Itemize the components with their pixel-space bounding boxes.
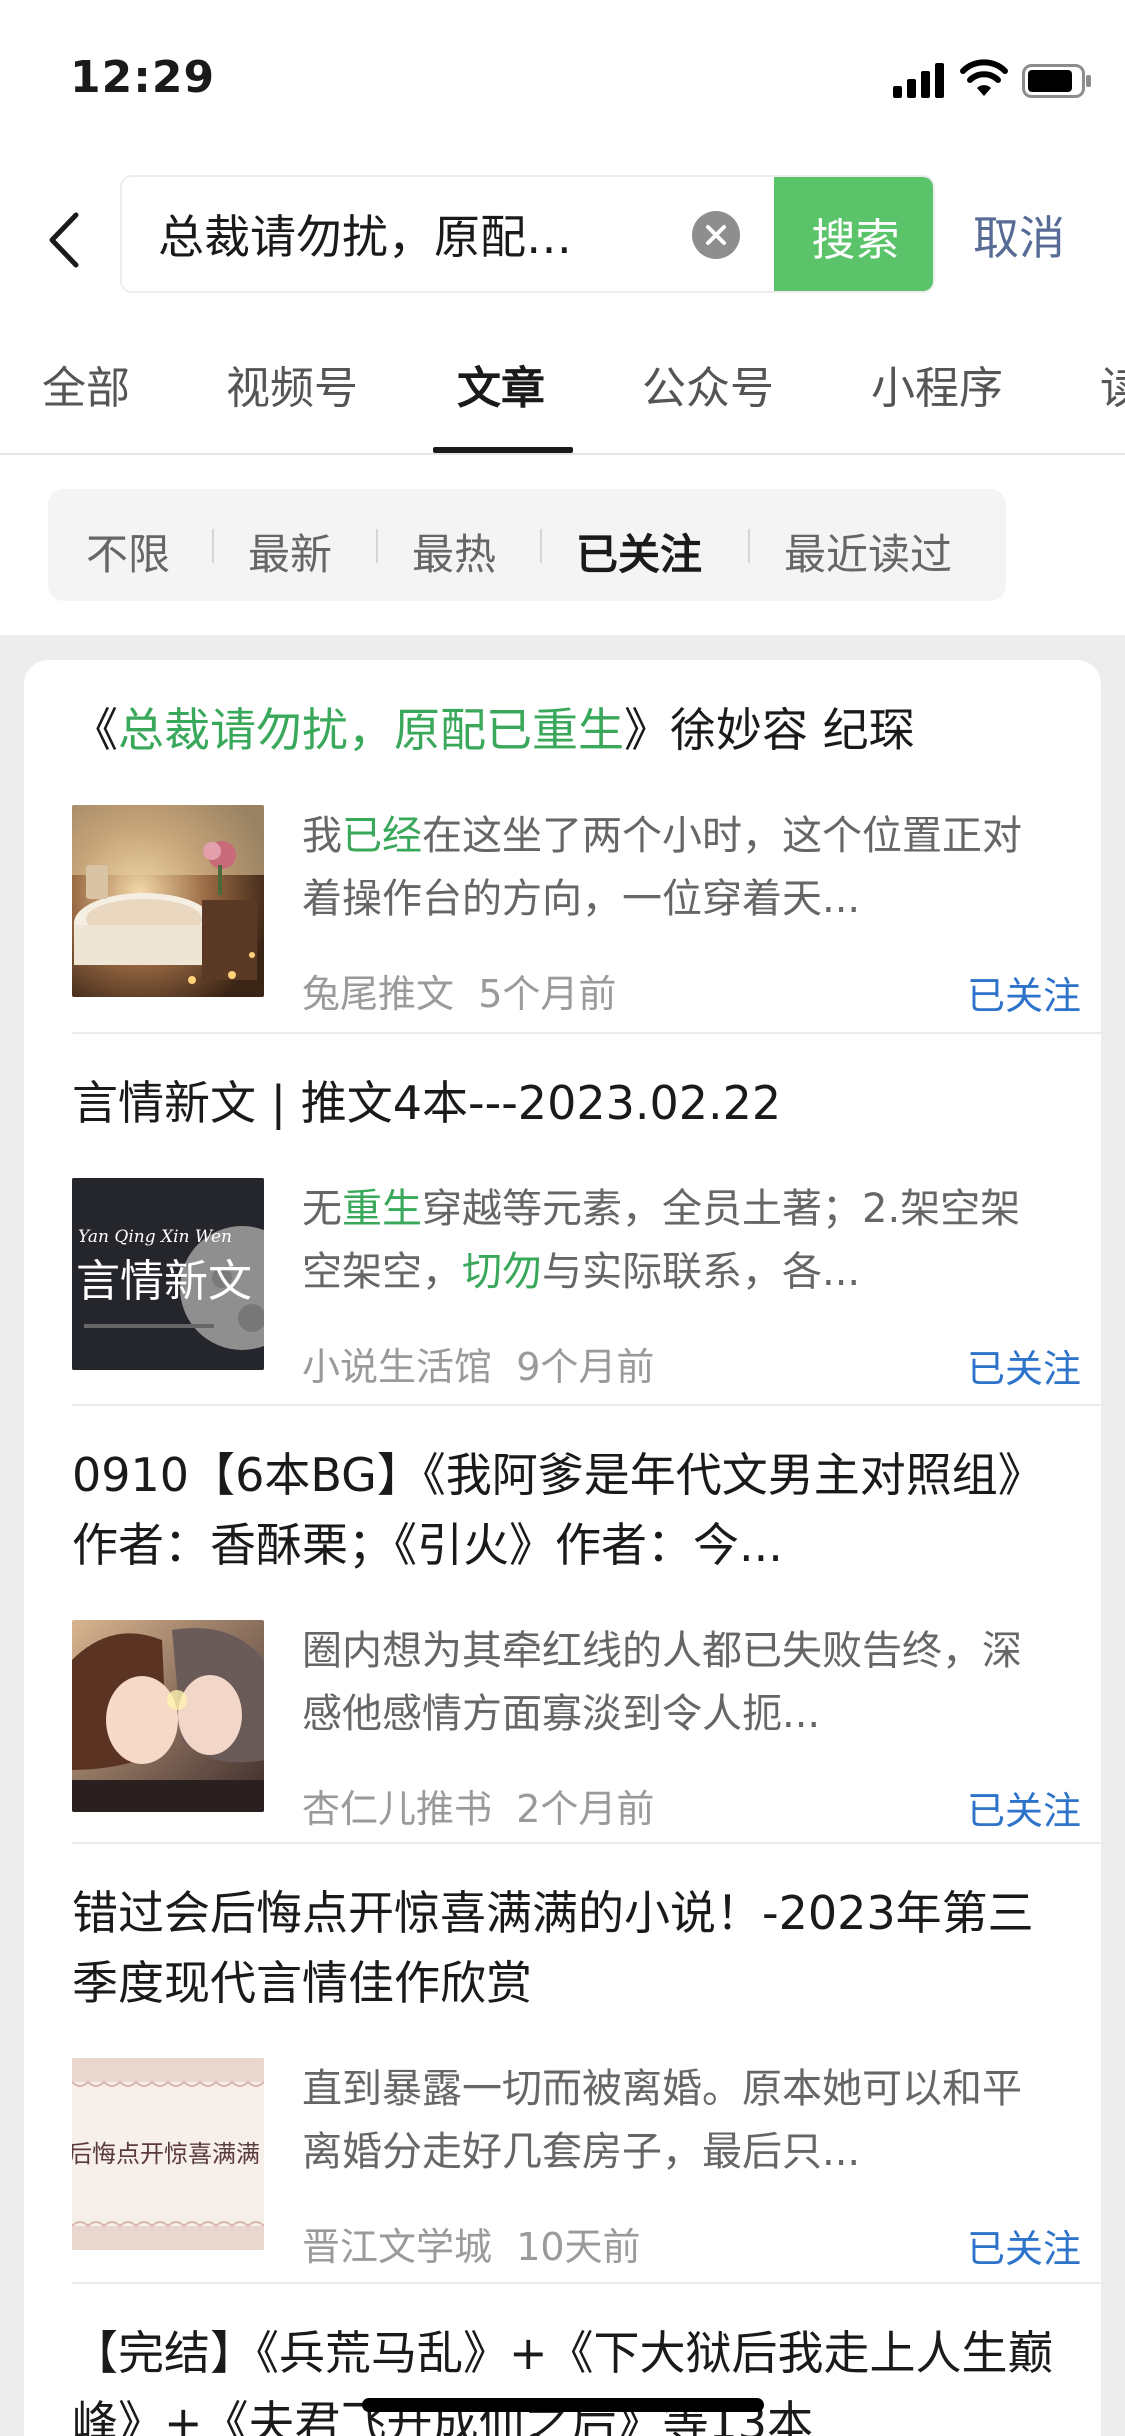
result-source[interactable]: 兔尾推文 <box>302 972 454 1016</box>
tab-mini-programs[interactable]: 小程序 <box>871 352 1003 416</box>
battery-icon <box>1022 64 1091 98</box>
filter-bar: 不限 最新 最热 已关注 最近读过 <box>48 489 1006 601</box>
search-header: 搜索 取消 <box>0 150 1125 300</box>
status-bar: 12:29 <box>0 0 1125 150</box>
result-source[interactable]: 小说生活馆 <box>302 1345 492 1389</box>
result-item[interactable]: 0910【6本BG】《我阿爹是年代文男主对照组》作者：香酥栗；《引火》作者：今.… <box>72 1440 1101 1833</box>
result-item[interactable]: 《总裁请勿扰，原配已重生》徐妙容 纪琛 我已经在这坐了两个小时，这个位置正对着操… <box>72 695 1101 1018</box>
tab-official-accounts[interactable]: 公众号 <box>642 352 774 416</box>
result-title[interactable]: 错过会后悔点开惊喜满满的小说！-2023年第三季度现代言情佳作欣赏 <box>72 1878 1062 2018</box>
followed-badge: 已关注 <box>967 1347 1082 1391</box>
tab-reading[interactable]: 读 <box>1100 352 1125 416</box>
anime-couple-image <box>72 1620 264 1812</box>
clear-search-icon[interactable] <box>692 211 740 259</box>
result-source[interactable]: 晋江文学城 <box>302 2225 492 2269</box>
search-box: 搜索 <box>120 175 935 293</box>
result-meta: 杏仁儿推书 2个月前 <box>302 1778 654 1833</box>
tab-channels[interactable]: 视频号 <box>226 352 358 416</box>
tab-all[interactable]: 全部 <box>42 352 130 416</box>
filter-divider <box>540 529 542 563</box>
result-snippet: 我已经在这坐了两个小时，这个位置正对着操作台的方向，一位穿着天... <box>302 813 1022 922</box>
search-input[interactable] <box>122 177 772 291</box>
result-title[interactable]: 言情新文 | 推文4本---2023.02.22 <box>72 1068 1062 1138</box>
divider <box>72 1032 1101 1034</box>
filter-divider <box>376 529 378 563</box>
followed-badge: 已关注 <box>967 1789 1082 1833</box>
result-title[interactable]: 《总裁请勿扰，原配已重生》徐妙容 纪琛 <box>72 695 1062 765</box>
filter-recently-read[interactable]: 最近读过 <box>784 521 952 582</box>
wifi-icon <box>960 59 1008 96</box>
status-time: 12:29 <box>70 52 216 103</box>
svg-text:Yan Qing Xin Wen: Yan Qing Xin Wen <box>78 1227 232 1247</box>
result-meta: 小说生活馆 9个月前 <box>302 1336 654 1391</box>
divider <box>72 2282 1101 2284</box>
search-button[interactable]: 搜索 <box>774 177 933 291</box>
category-tabs: 全部 视频号 文章 公众号 小程序 读 <box>0 300 1125 455</box>
svg-text:后悔点开惊喜满满: 后悔点开惊喜满满 <box>72 2140 260 2168</box>
divider <box>72 1842 1101 1844</box>
result-source[interactable]: 杏仁儿推书 <box>302 1787 492 1831</box>
chevron-left-icon[interactable] <box>40 205 90 275</box>
result-snippet: 圈内想为其牵红线的人都已失败告终，深感他感情方面寡淡到令人扼... <box>302 1628 1022 1737</box>
banner-image: 后悔点开惊喜满满 <box>72 2058 264 2250</box>
home-indicator[interactable] <box>362 2398 764 2412</box>
result-time: 5个月前 <box>478 972 617 1016</box>
bathtub-candles-image <box>72 805 264 997</box>
filter-divider <box>748 529 750 563</box>
filter-area: 不限 最新 最热 已关注 最近读过 <box>0 455 1125 635</box>
result-title[interactable]: 0910【6本BG】《我阿爹是年代文男主对照组》作者：香酥栗；《引火》作者：今.… <box>72 1440 1062 1580</box>
svg-text:言情新文: 言情新文 <box>76 1256 252 1307</box>
filter-hottest[interactable]: 最热 <box>412 521 496 582</box>
followed-badge: 已关注 <box>967 974 1082 1018</box>
moon-image: Yan Qing Xin Wen 言情新文 <box>72 1178 264 1370</box>
result-time: 10天前 <box>516 2225 641 2269</box>
filter-unlimited[interactable]: 不限 <box>86 521 170 582</box>
result-meta: 兔尾推文 5个月前 <box>302 963 616 1018</box>
result-item[interactable]: 【完结】《兵荒马乱》+《下大狱后我走上人生巅峰》+《夫君飞升成仙之后》等13本 <box>72 2318 1101 2436</box>
filter-latest[interactable]: 最新 <box>248 521 332 582</box>
result-meta: 晋江文学城 10天前 <box>302 2216 641 2271</box>
result-title[interactable]: 【完结】《兵荒马乱》+《下大狱后我走上人生巅峰》+《夫君飞升成仙之后》等13本 <box>72 2318 1062 2436</box>
result-snippet: 无重生穿越等元素，全员土著；2.架空架空架空，切勿与实际联系，各... <box>302 1186 1021 1295</box>
cellular-signal-icon <box>893 63 944 98</box>
followed-badge: 已关注 <box>967 2227 1082 2271</box>
tab-articles[interactable]: 文章 <box>457 352 545 416</box>
result-time: 9个月前 <box>516 1345 655 1389</box>
result-item[interactable]: 言情新文 | 推文4本---2023.02.22 Yan Qing Xin We… <box>72 1068 1101 1391</box>
result-snippet: 直到暴露一切而被离婚。原本她可以和平离婚分走好几套房子，最后只... <box>302 2066 1022 2175</box>
filter-divider <box>212 529 214 563</box>
result-time: 2个月前 <box>516 1787 655 1831</box>
results-card: 《总裁请勿扰，原配已重生》徐妙容 纪琛 我已经在这坐了两个小时，这个位置正对着操… <box>24 660 1101 2436</box>
cancel-button[interactable]: 取消 <box>973 202 1065 268</box>
filter-followed[interactable]: 已关注 <box>576 521 702 582</box>
divider <box>72 1404 1101 1406</box>
result-item[interactable]: 错过会后悔点开惊喜满满的小说！-2023年第三季度现代言情佳作欣赏 后悔点开惊喜… <box>72 1878 1101 2271</box>
active-tab-indicator <box>433 447 573 453</box>
